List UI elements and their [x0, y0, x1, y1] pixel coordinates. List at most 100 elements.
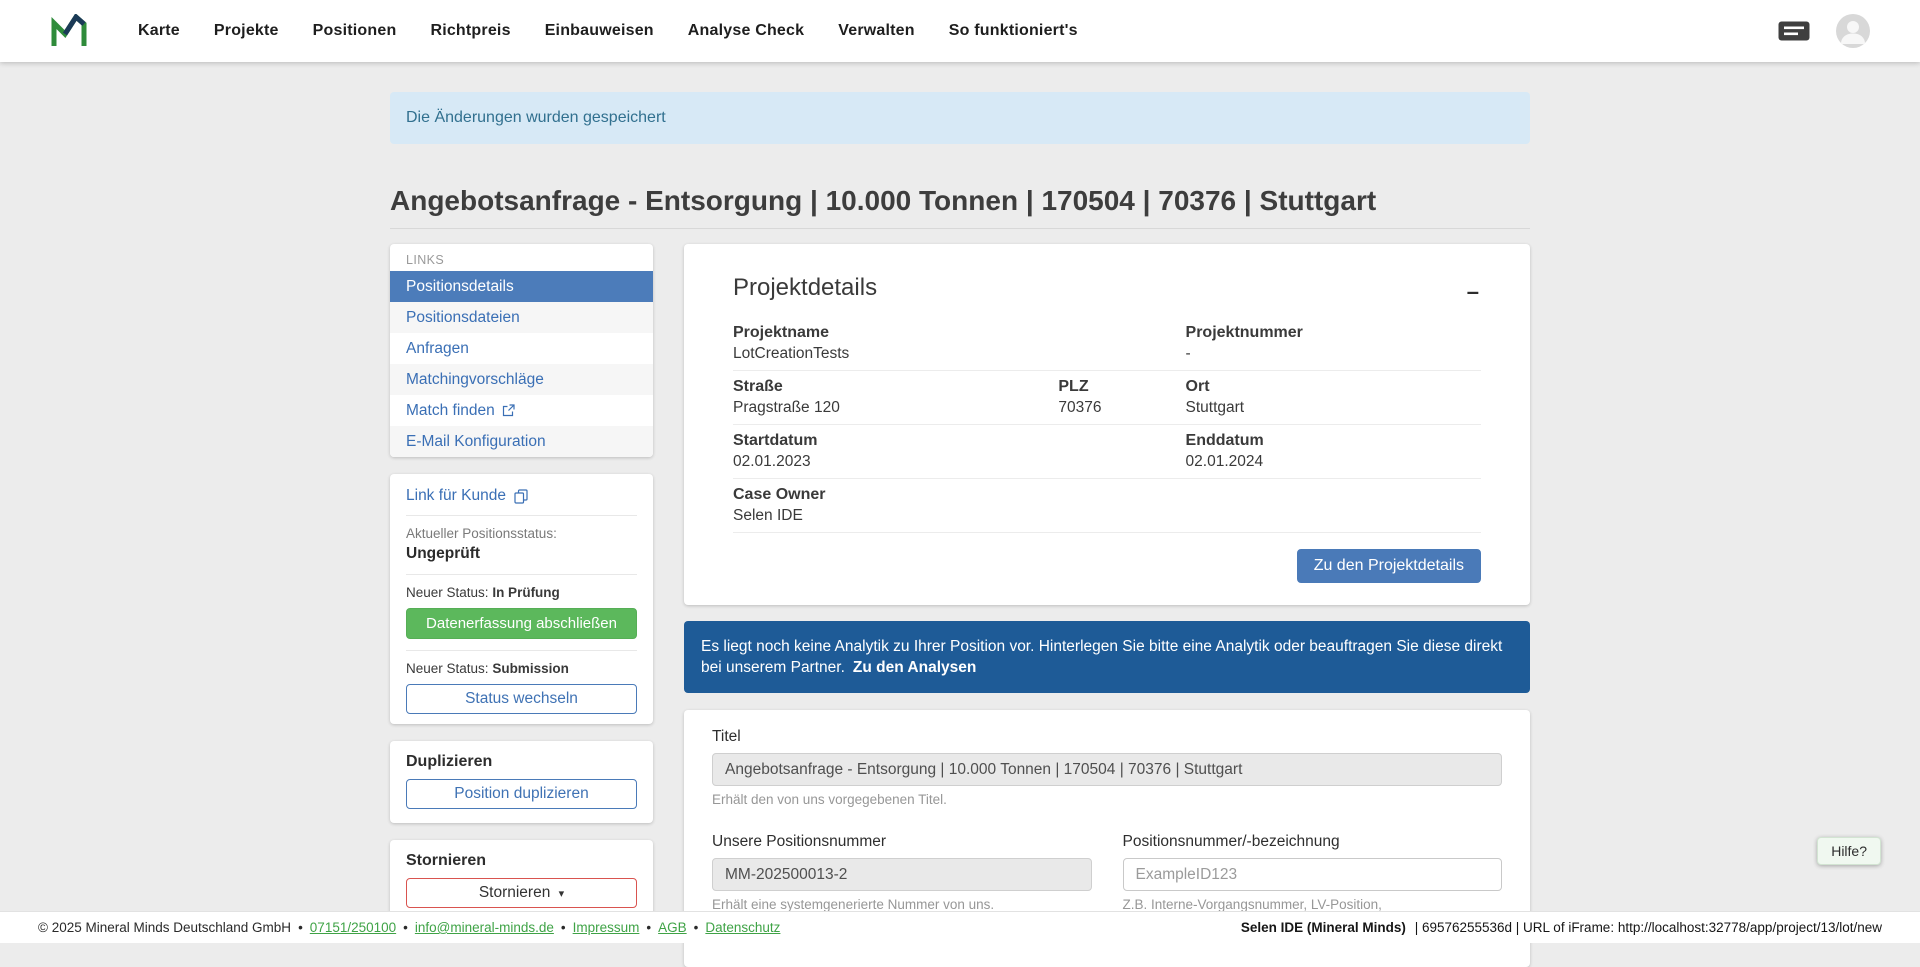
project-row-3: Startdatum 02.01.2023 Enddatum 02.01.202… — [733, 425, 1481, 479]
sidebar: LINKS Positionsdetails Positionsdateien … — [390, 244, 653, 922]
field-label: Enddatum — [1186, 431, 1481, 450]
footer-copyright: © 2025 Mineral Minds Deutschland GmbH — [38, 920, 291, 935]
field-plz: PLZ 70376 — [1058, 377, 1185, 417]
status-card: Link für Kunde Aktueller Positionsstatus… — [390, 474, 653, 724]
duplicate-position-button[interactable]: Position duplizieren — [406, 779, 637, 809]
footer-link-agb[interactable]: AGB — [658, 920, 687, 935]
field-strasse: Straße Pragstraße 120 — [733, 377, 1058, 417]
external-link-icon — [502, 404, 515, 417]
links-header: LINKS — [390, 244, 653, 271]
customer-link[interactable]: Link für Kunde — [406, 484, 637, 516]
position-number-input[interactable] — [1123, 858, 1503, 891]
sidebar-item-label: Matchingvorschläge — [406, 371, 544, 389]
project-row-1: Projektname LotCreationTests Projektnumm… — [733, 317, 1481, 371]
field-value: 02.01.2024 — [1186, 452, 1481, 471]
go-to-project-details-button[interactable]: Zu den Projektdetails — [1297, 549, 1481, 583]
footer-link-email[interactable]: info@mineral-minds.de — [415, 920, 554, 935]
complete-data-entry-button[interactable]: Datenerfassung abschließen — [406, 608, 637, 639]
nav-item-analyse-check[interactable]: Analyse Check — [688, 22, 804, 40]
links-card: LINKS Positionsdetails Positionsdateien … — [390, 244, 653, 457]
field-value: - — [1186, 344, 1481, 363]
sidebar-item-matchingvorschlaege[interactable]: Matchingvorschläge — [390, 364, 653, 395]
copy-icon — [514, 489, 528, 504]
new-status-value: Submission — [492, 661, 569, 676]
footer-separator: • — [694, 920, 699, 935]
go-to-analyses-link[interactable]: Zu den Analysen — [853, 659, 976, 676]
footer-separator: • — [646, 920, 651, 935]
company-logo[interactable] — [50, 14, 88, 48]
cancel-button-label: Stornieren — [479, 884, 551, 901]
sidebar-item-positionsdateien[interactable]: Positionsdateien — [390, 302, 653, 333]
field-ort: Ort Stuttgart — [1186, 377, 1481, 417]
field-label: Projektnummer — [1186, 323, 1481, 342]
main-column: Projektdetails – Projektname LotCreation… — [684, 244, 1530, 967]
footer-left: © 2025 Mineral Minds Deutschland GmbH • … — [38, 920, 780, 935]
customer-link-label: Link für Kunde — [406, 487, 506, 505]
sidebar-item-positionsdetails[interactable]: Positionsdetails — [390, 271, 653, 302]
project-field-rows: Projektname LotCreationTests Projektnumm… — [733, 317, 1481, 533]
analytics-banner: Es liegt noch keine Analytik zu Ihrer Po… — [684, 621, 1530, 693]
sidebar-item-anfragen[interactable]: Anfragen — [390, 333, 653, 364]
field-case-owner: Case Owner Selen IDE — [733, 485, 1186, 525]
field-value: Selen IDE — [733, 506, 1186, 525]
help-button[interactable]: Hilfe? — [1817, 837, 1881, 865]
server-icon[interactable] — [1778, 21, 1810, 41]
footer-separator: • — [561, 920, 566, 935]
top-navbar: Karte Projekte Positionen Richtpreis Ein… — [0, 0, 1920, 62]
collapse-icon[interactable]: – — [1461, 280, 1485, 304]
titel-input — [712, 753, 1502, 786]
status-card-divider — [406, 650, 637, 651]
nav-item-einbauweisen[interactable]: Einbauweisen — [545, 22, 654, 40]
footer-session-info: Selen IDE (Mineral Minds) | 69576255536d… — [1241, 920, 1882, 935]
saved-alert: Die Änderungen wurden gespeichert — [390, 92, 1530, 144]
navbar-right — [1778, 14, 1870, 48]
page-title: Angebotsanfrage - Entsorgung | 10.000 To… — [390, 184, 1530, 218]
nav-item-projekte[interactable]: Projekte — [214, 22, 279, 40]
project-card-actions: Zu den Projektdetails — [733, 533, 1481, 583]
field-label: Case Owner — [733, 485, 1186, 504]
current-status-value: Ungeprüft — [406, 545, 637, 575]
new-status-line-1: Neuer Status: In Prüfung — [406, 585, 637, 600]
nav-item-richtpreis[interactable]: Richtpreis — [430, 22, 510, 40]
project-details-card: Projektdetails – Projektname LotCreation… — [684, 244, 1530, 605]
footer-link-datenschutz[interactable]: Datenschutz — [705, 920, 780, 935]
change-status-button[interactable]: Status wechseln — [406, 684, 637, 714]
field-value: 02.01.2023 — [733, 452, 1186, 471]
nav-item-verwalten[interactable]: Verwalten — [838, 22, 915, 40]
page-content: Die Änderungen wurden gespeichert Angebo… — [390, 0, 1530, 967]
project-row-4: Case Owner Selen IDE — [733, 479, 1481, 533]
cancel-card: Stornieren Stornieren ▾ — [390, 840, 653, 922]
duplicate-card-title: Duplizieren — [406, 753, 637, 771]
footer: © 2025 Mineral Minds Deutschland GmbH • … — [0, 911, 1920, 943]
cancel-dropdown-button[interactable]: Stornieren ▾ — [406, 878, 637, 908]
nav-item-karte[interactable]: Karte — [138, 22, 180, 40]
sidebar-item-label: Positionsdetails — [406, 278, 514, 296]
nav-item-so-funktionierts[interactable]: So funktioniert's — [949, 22, 1078, 40]
footer-link-phone[interactable]: 07151/250100 — [310, 920, 396, 935]
footer-separator: • — [298, 920, 303, 935]
caret-down-icon: ▾ — [559, 888, 565, 900]
field-label: Startdatum — [733, 431, 1186, 450]
field-value: Stuttgart — [1186, 398, 1481, 417]
project-details-title: Projektdetails — [733, 274, 1481, 302]
content-layout: LINKS Positionsdetails Positionsdateien … — [390, 244, 1530, 967]
our-position-number-label: Unsere Positionsnummer — [712, 833, 886, 850]
footer-user: Selen IDE (Mineral Minds) — [1241, 920, 1406, 935]
titel-label: Titel — [712, 728, 741, 745]
sidebar-item-label: Anfragen — [406, 340, 469, 358]
field-label: Projektname — [733, 323, 1186, 342]
duplicate-card: Duplizieren Position duplizieren — [390, 741, 653, 823]
sidebar-item-email-konfiguration[interactable]: E-Mail Konfiguration — [390, 426, 653, 457]
sidebar-item-label: Positionsdateien — [406, 309, 520, 327]
sidebar-item-label: E-Mail Konfiguration — [406, 433, 546, 451]
field-value: LotCreationTests — [733, 344, 1186, 363]
title-divider — [390, 228, 1530, 229]
nav-item-positionen[interactable]: Positionen — [313, 22, 397, 40]
new-status-caption: Neuer Status: — [406, 661, 489, 676]
position-number-label: Positionsnummer/-bezeichnung — [1123, 833, 1340, 850]
sidebar-item-match-finden[interactable]: Match finden — [390, 395, 653, 426]
footer-link-impressum[interactable]: Impressum — [573, 920, 640, 935]
avatar[interactable] — [1836, 14, 1870, 48]
new-status-value: In Prüfung — [492, 585, 560, 600]
new-status-line-2: Neuer Status: Submission — [406, 661, 637, 676]
